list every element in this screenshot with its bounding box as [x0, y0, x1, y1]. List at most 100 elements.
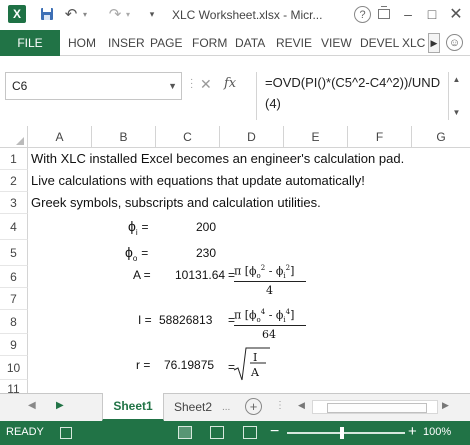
- feedback-smiley-icon[interactable]: ☺: [446, 34, 463, 51]
- inertia-equation-denominator: 64: [262, 328, 276, 341]
- save-icon[interactable]: [38, 5, 56, 23]
- chevron-up-icon[interactable]: ▲: [453, 75, 461, 84]
- subscript: o: [132, 253, 138, 263]
- sheet-nav-next-icon[interactable]: ▶: [56, 400, 64, 411]
- macro-record-icon[interactable]: [60, 427, 72, 439]
- row-header[interactable]: 2: [0, 170, 28, 192]
- undo-dropdown-icon[interactable]: ▾: [80, 5, 90, 23]
- cell-a3[interactable]: Greek symbols, subscripts and calculatio…: [31, 195, 321, 210]
- maximize-button[interactable]: □: [422, 4, 442, 24]
- row-header[interactable]: 10: [0, 356, 28, 380]
- radius-label[interactable]: r =: [136, 358, 150, 372]
- customize-quick-access-icon[interactable]: ▾: [146, 5, 158, 23]
- tab-review[interactable]: REVIE: [276, 36, 312, 50]
- tab-xlc[interactable]: XLC: [402, 36, 425, 50]
- ribbon-display-options-icon[interactable]: [378, 6, 390, 19]
- column-header-d[interactable]: D: [220, 126, 284, 148]
- phi-o-value[interactable]: 230: [196, 246, 216, 260]
- select-all-corner[interactable]: [0, 126, 28, 148]
- scroll-right-icon[interactable]: ▶: [442, 400, 449, 411]
- cell-a2[interactable]: Live calculations with equations that up…: [31, 173, 365, 188]
- cancel-icon[interactable]: ✕: [200, 76, 212, 93]
- tab-home[interactable]: HOM: [68, 36, 96, 50]
- tab-sheet1[interactable]: Sheet1: [102, 393, 164, 421]
- row-header[interactable]: 3: [0, 192, 28, 214]
- undo-icon[interactable]: ↶: [62, 5, 80, 23]
- zoom-slider[interactable]: [287, 432, 405, 434]
- normal-view-icon[interactable]: [178, 426, 192, 439]
- column-header-e[interactable]: E: [284, 126, 348, 148]
- tab-formulas[interactable]: FORM: [192, 36, 227, 50]
- zoom-slider-knob[interactable]: [340, 427, 344, 439]
- row-header[interactable]: 6: [0, 266, 28, 288]
- inertia-value[interactable]: 58826813: [159, 313, 212, 327]
- minimize-button[interactable]: –: [398, 4, 418, 24]
- tab-sheet2[interactable]: Sheet2: [174, 393, 218, 421]
- phi-i-label[interactable]: ϕi =: [128, 218, 149, 237]
- formula-bar-grip-icon[interactable]: · · ·: [190, 75, 194, 93]
- add-sheet-button[interactable]: +: [245, 398, 262, 415]
- tab-data[interactable]: DATA: [235, 36, 265, 50]
- column-header-c[interactable]: C: [156, 126, 220, 148]
- formula-bar-area: C6 ▼ · · · ✕ fx =OVD(PI()*(C5^2-C4^2))/UND…: [0, 56, 470, 126]
- column-header-a[interactable]: A: [28, 126, 92, 148]
- help-button[interactable]: ?: [354, 6, 371, 23]
- zoom-out-button[interactable]: −: [270, 423, 279, 441]
- page-layout-view-icon[interactable]: [210, 426, 224, 439]
- redo-icon[interactable]: ↷: [106, 5, 124, 23]
- tab-page-layout[interactable]: PAGE: [150, 36, 182, 50]
- column-header-f[interactable]: F: [348, 126, 412, 148]
- scroll-left-icon[interactable]: ◀: [298, 400, 305, 411]
- more-sheets-icon[interactable]: ...: [222, 402, 230, 413]
- excel-logo-icon[interactable]: X: [8, 5, 26, 23]
- horizontal-scrollbar[interactable]: ◀ ▶: [298, 400, 453, 414]
- redo-dropdown-icon[interactable]: ▾: [123, 5, 133, 23]
- phi-o-label[interactable]: ϕo =: [125, 244, 148, 263]
- row-header[interactable]: 1: [0, 148, 28, 170]
- area-label[interactable]: A =: [133, 268, 151, 282]
- phi-symbol: ϕ: [125, 244, 133, 260]
- phi-i-value[interactable]: 200: [196, 220, 216, 234]
- subscript: i: [283, 315, 286, 324]
- row-header[interactable]: 4: [0, 214, 28, 240]
- close-button[interactable]: ✕: [446, 4, 466, 24]
- zoom-in-button[interactable]: +: [408, 423, 417, 440]
- row-header[interactable]: 7: [0, 288, 28, 310]
- radius-equation-numerator: I: [253, 351, 258, 364]
- formula-input[interactable]: =OVD(PI()*(C5^2-C4^2))/UND(4): [256, 72, 448, 120]
- tab-file[interactable]: FILE: [0, 30, 60, 56]
- tab-insert[interactable]: INSER: [108, 36, 145, 50]
- tab-developer[interactable]: DEVEL: [360, 36, 399, 50]
- row-header[interactable]: 8: [0, 310, 28, 334]
- chevron-down-icon[interactable]: ▼: [168, 81, 177, 91]
- name-box[interactable]: C6 ▼: [5, 72, 182, 100]
- name-box-value: C6: [12, 79, 28, 93]
- row-header[interactable]: 9: [0, 334, 28, 356]
- column-header-b[interactable]: B: [92, 126, 156, 148]
- sheet-nav-prev-icon[interactable]: ◀: [28, 400, 36, 411]
- insert-function-icon[interactable]: fx: [224, 76, 236, 91]
- page-break-view-icon[interactable]: [243, 426, 257, 439]
- sheet-tab-bar: ◀ ▶ Sheet1 Sheet2 ... + ⋮ ◀ ▶: [0, 393, 470, 421]
- radius-value[interactable]: 76.19875: [164, 358, 214, 372]
- row-header[interactable]: 5: [0, 240, 28, 266]
- split-grip-icon[interactable]: ⋮: [275, 400, 285, 411]
- chevron-down-icon[interactable]: ▼: [453, 108, 461, 117]
- inertia-label[interactable]: I =: [138, 313, 152, 327]
- cell-a1[interactable]: With XLC installed Excel becomes an engi…: [31, 151, 404, 166]
- area-equation-denominator: 4: [266, 284, 273, 297]
- ribbon-scroll-right-icon[interactable]: ▶: [428, 33, 440, 53]
- title-bar: X ↶ ▾ ↷ ▾ ▾ XLC Worksheet.xlsx - Micr...…: [0, 0, 470, 30]
- column-header-g[interactable]: G: [412, 126, 470, 148]
- scrollbar-thumb[interactable]: [327, 403, 427, 413]
- scrollbar-track[interactable]: [312, 400, 438, 414]
- worksheet-grid[interactable]: With XLC installed Excel becomes an engi…: [28, 148, 470, 382]
- equation-text: ]: [290, 308, 295, 322]
- area-value[interactable]: 10131.64: [175, 268, 225, 282]
- subscript: o: [256, 315, 261, 324]
- tab-view[interactable]: VIEW: [321, 36, 352, 50]
- subscript: o: [256, 271, 261, 280]
- fraction-bar: [234, 325, 306, 326]
- zoom-level[interactable]: 100%: [423, 426, 451, 438]
- formula-bar-scroll[interactable]: ▲ ▼: [448, 72, 464, 120]
